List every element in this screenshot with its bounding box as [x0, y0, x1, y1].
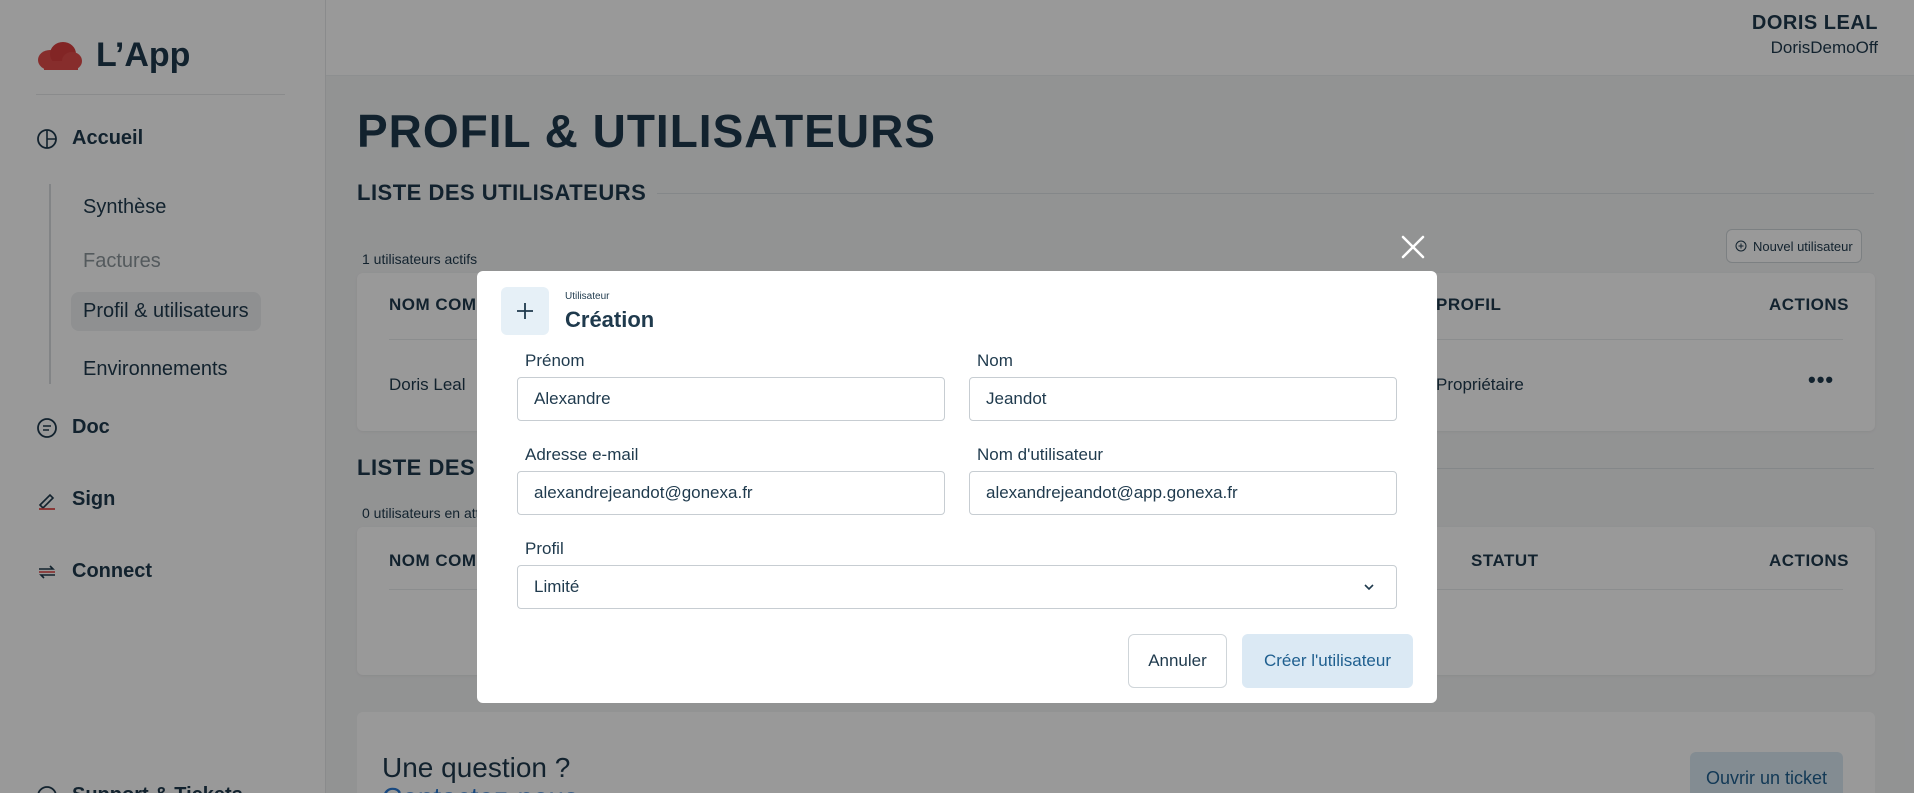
first-name-field[interactable]: Alexandre: [517, 377, 945, 421]
username-label: Nom d'utilisateur: [977, 445, 1104, 464]
modal-title: Création: [565, 307, 655, 332]
create-user-button[interactable]: Créer l'utilisateur: [1242, 634, 1413, 688]
username-field[interactable]: alexandrejeandot@app.gonexa.fr: [969, 471, 1397, 515]
create-user-modal: Utilisateur Création Prénom Alexandre No…: [477, 271, 1437, 703]
plus-icon: [501, 287, 549, 335]
first-name-label: Prénom: [525, 351, 585, 370]
chevron-down-icon: [1364, 584, 1374, 591]
profile-select[interactable]: Limité: [517, 565, 1397, 609]
cancel-button[interactable]: Annuler: [1128, 634, 1227, 688]
email-field[interactable]: alexandrejeandot@gonexa.fr: [517, 471, 945, 515]
last-name-label: Nom: [977, 351, 1013, 370]
close-icon[interactable]: [1398, 232, 1428, 262]
last-name-field[interactable]: Jeandot: [969, 377, 1397, 421]
email-label: Adresse e-mail: [525, 445, 639, 464]
profile-label: Profil: [525, 539, 564, 558]
profile-select-value: Limité: [534, 577, 580, 596]
modal-kicker: Utilisateur: [565, 291, 610, 302]
